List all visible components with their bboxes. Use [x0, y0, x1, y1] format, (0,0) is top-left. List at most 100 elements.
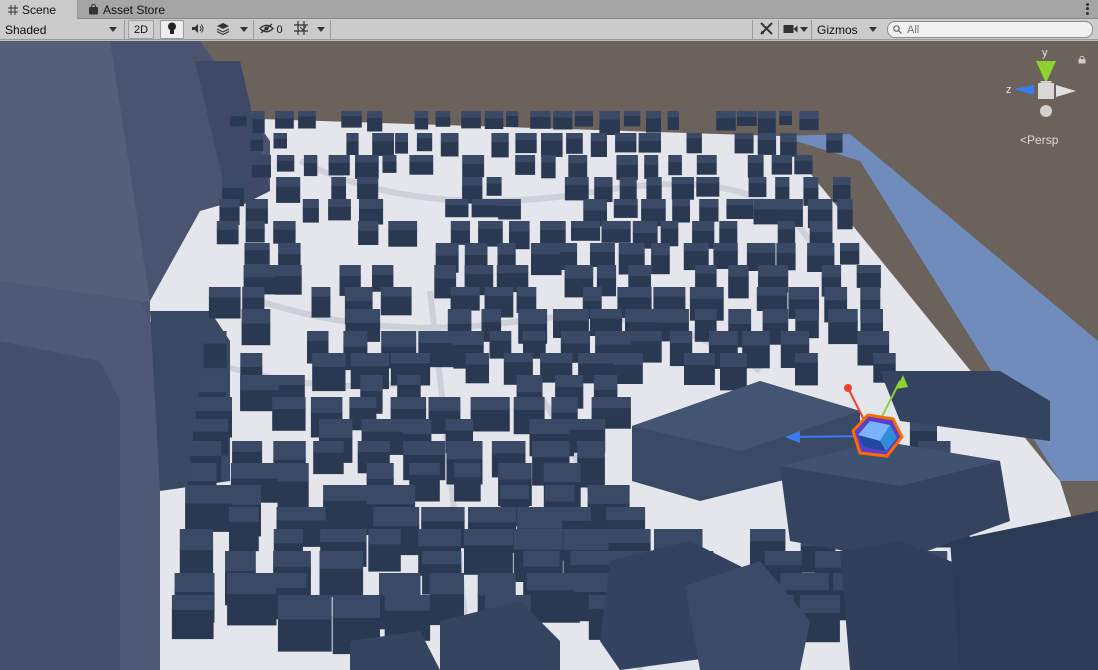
- search-input[interactable]: [907, 23, 1077, 36]
- building-top: [195, 397, 232, 412]
- building-top: [227, 573, 277, 595]
- hash-icon: [8, 4, 18, 15]
- lock-icon[interactable]: [1078, 53, 1086, 67]
- building-top: [245, 199, 268, 209]
- building-top: [219, 199, 240, 208]
- building-side: [728, 275, 749, 299]
- building-top: [409, 463, 440, 475]
- building-top: [380, 287, 412, 297]
- building-top: [672, 199, 690, 207]
- building-top: [551, 397, 578, 413]
- building-top: [515, 155, 536, 163]
- building-side: [747, 162, 764, 178]
- building-top: [230, 111, 247, 117]
- building-top: [461, 111, 481, 118]
- scene-viewport[interactable]: y z <Persp: [0, 41, 1098, 670]
- building-top: [416, 133, 433, 139]
- scene-audio-toggle[interactable]: [187, 20, 209, 39]
- tab-scene[interactable]: Scene: [0, 0, 78, 19]
- building-top: [601, 221, 631, 230]
- building-top: [491, 133, 509, 143]
- hidden-count: 0: [276, 23, 283, 36]
- building-top: [429, 573, 464, 595]
- building-side: [358, 229, 379, 245]
- building-top: [185, 485, 233, 504]
- building-top: [277, 595, 332, 620]
- building-top: [762, 309, 789, 324]
- window-menu-icon[interactable]: [1082, 2, 1092, 16]
- building-side: [171, 608, 214, 640]
- building-top: [541, 133, 563, 141]
- building-side: [208, 296, 241, 319]
- building-side: [465, 363, 489, 384]
- building-top: [332, 595, 380, 618]
- building-side: [273, 228, 296, 244]
- building-top: [397, 375, 421, 385]
- building-top: [577, 441, 605, 459]
- building-top: [250, 133, 264, 140]
- toggle-2d-button[interactable]: 2D: [128, 20, 154, 39]
- search-field[interactable]: [887, 21, 1093, 38]
- building-top: [646, 111, 661, 119]
- scene-visibility-toggle[interactable]: 0: [256, 20, 286, 39]
- building-top: [658, 309, 689, 323]
- building-side: [461, 117, 481, 129]
- building-side: [599, 118, 620, 135]
- gizmos-dropdown[interactable]: Gizmos: [813, 20, 881, 39]
- building-side: [515, 139, 537, 154]
- building-top: [803, 177, 819, 188]
- building-top: [328, 199, 351, 207]
- building-top: [531, 243, 562, 255]
- building-top: [276, 155, 295, 161]
- building-side: [273, 138, 287, 149]
- building-top: [445, 419, 473, 431]
- building-side: [571, 227, 601, 241]
- building-top: [756, 287, 788, 296]
- building-top: [696, 155, 717, 164]
- grid-toggle[interactable]: [290, 20, 312, 39]
- grid-dropdown[interactable]: [314, 20, 328, 39]
- building-side: [590, 140, 607, 157]
- building-top: [319, 419, 353, 438]
- scene-lighting-toggle[interactable]: [160, 20, 184, 39]
- building-top: [695, 265, 717, 274]
- building-side: [840, 250, 860, 265]
- building-side: [646, 184, 662, 200]
- building-top: [594, 177, 613, 187]
- shading-mode-dropdown[interactable]: Shaded: [0, 20, 122, 39]
- building-side: [748, 182, 767, 197]
- building-top: [358, 221, 379, 231]
- building-top: [171, 595, 214, 610]
- scene-effects-toggle[interactable]: [211, 20, 235, 39]
- building-top: [873, 353, 896, 364]
- building-top: [275, 111, 294, 119]
- building-top: [780, 573, 829, 591]
- camera-settings-button[interactable]: [780, 20, 810, 39]
- building-side: [250, 139, 264, 152]
- effects-dropdown[interactable]: [237, 20, 251, 39]
- building-side: [564, 184, 589, 201]
- building-top: [403, 419, 432, 435]
- building-top: [590, 243, 615, 252]
- building-side: [623, 115, 641, 127]
- building-top: [555, 375, 584, 388]
- building-side: [445, 204, 469, 218]
- projection-toggle[interactable]: <Persp: [1020, 133, 1058, 147]
- building-top: [273, 529, 303, 544]
- building-side: [277, 617, 332, 652]
- building-top: [526, 573, 580, 591]
- building-side: [440, 141, 459, 157]
- building-top: [608, 529, 651, 543]
- building-top: [699, 199, 719, 208]
- tab-asset-store[interactable]: Asset Store: [80, 0, 173, 19]
- building-side: [696, 182, 720, 197]
- building-side: [671, 183, 694, 200]
- building-top: [275, 573, 307, 589]
- building-top: [757, 111, 776, 119]
- building-top: [764, 551, 802, 566]
- component-tools-button[interactable]: [756, 20, 776, 39]
- building-top: [686, 133, 702, 139]
- building-top: [484, 287, 514, 297]
- building-side: [276, 185, 301, 203]
- building-top: [568, 419, 606, 430]
